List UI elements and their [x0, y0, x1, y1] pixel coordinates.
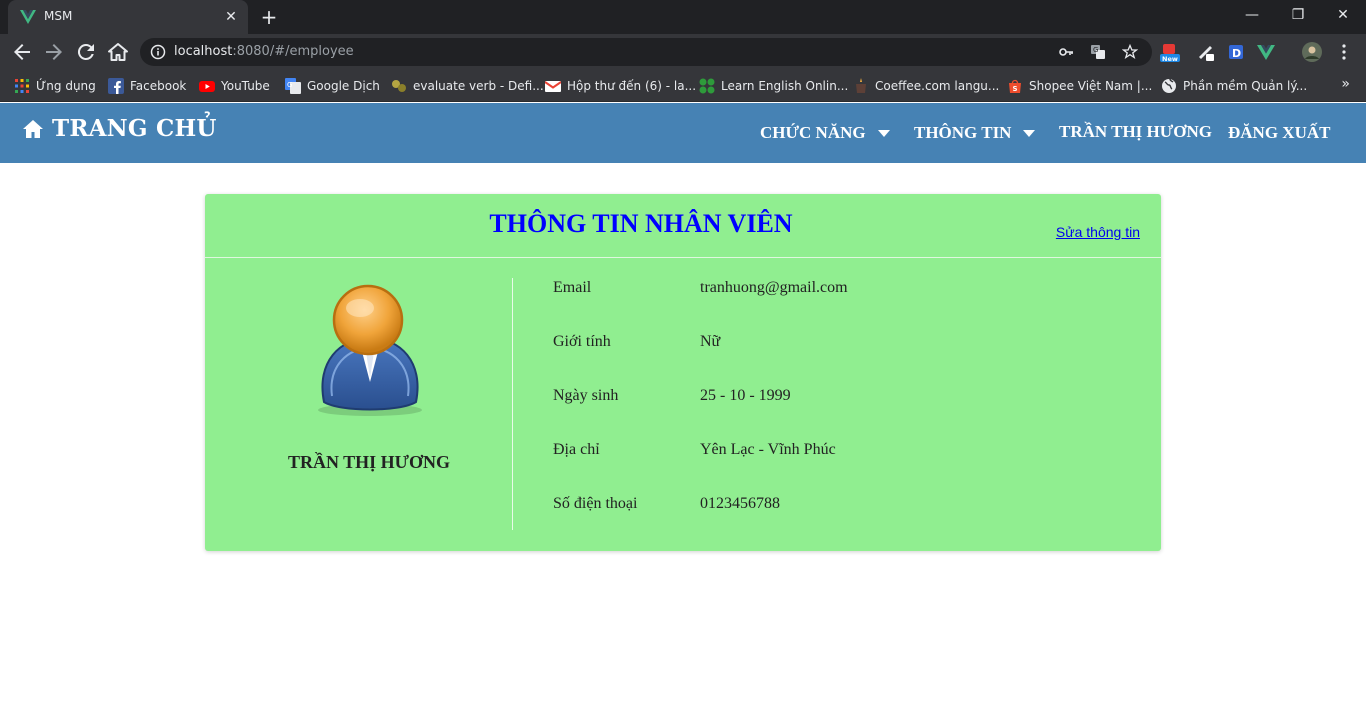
- bookmark-label: evaluate verb - Defi...: [413, 79, 544, 93]
- tab-title: MSM: [44, 9, 73, 23]
- logout-label: ĐĂNG XUẤT: [1228, 123, 1331, 142]
- bookmark-apps[interactable]: Ứng dụng: [14, 76, 96, 96]
- card-header: THÔNG TIN NHÂN VIÊN Sửa thông tin: [205, 194, 1161, 258]
- vue-logo-icon: [20, 10, 36, 24]
- menu-info-label: THÔNG TIN: [914, 123, 1012, 142]
- bookmarks-overflow-icon[interactable]: »: [1341, 76, 1350, 92]
- home-icon[interactable]: [106, 40, 130, 64]
- employee-name: TRẦN THỊ HƯƠNG: [287, 452, 451, 472]
- address-label: Địa chỉ: [553, 441, 600, 458]
- learn-english-icon: [699, 78, 715, 94]
- address-value: Yên Lạc - Vĩnh Phúc: [700, 441, 836, 458]
- chrome-menu-icon[interactable]: [1334, 42, 1354, 62]
- reload-icon[interactable]: [74, 40, 98, 64]
- app-navbar: TRANG CHỦ CHỨC NĂNG THÔNG TIN TRẦN THỊ H…: [0, 103, 1366, 163]
- menu-functions[interactable]: CHỨC NĂNG: [760, 123, 890, 143]
- phone-value: 0123456788: [700, 495, 780, 512]
- birthday-label: Ngày sinh: [553, 387, 619, 404]
- brand-label: TRANG CHỦ: [52, 115, 217, 142]
- bookmark-label: Coeffee.com langu...: [875, 79, 1000, 93]
- extension-new-icon[interactable]: New: [1160, 42, 1180, 62]
- email-label: Email: [553, 279, 592, 296]
- svg-text:G: G: [1093, 46, 1098, 54]
- phone-label: Số điện thoại: [553, 495, 638, 512]
- browser-tabstrip: MSM ✕ + — ❐ ✕: [0, 0, 1366, 34]
- browser-tab[interactable]: MSM ✕: [8, 0, 248, 34]
- email-value: tranhuong@gmail.com: [700, 279, 848, 296]
- url-path: :8080/#/employee: [232, 44, 354, 59]
- url-text[interactable]: localhost:8080/#/employee: [174, 44, 354, 59]
- browser-toolbar: localhost:8080/#/employee G New D: [0, 34, 1366, 70]
- bookmarks-bar: Ứng dụng Facebook YouTube G Google Dịch …: [0, 70, 1366, 102]
- gender-label: Giới tính: [553, 333, 611, 350]
- edit-info-link[interactable]: Sửa thông tin: [1056, 224, 1140, 240]
- home-link[interactable]: TRANG CHỦ: [22, 115, 217, 142]
- url-host: localhost: [174, 44, 233, 59]
- svg-text:D: D: [1232, 47, 1241, 60]
- address-bar[interactable]: localhost:8080/#/employee G: [140, 38, 1152, 66]
- menu-info[interactable]: THÔNG TIN: [914, 123, 1036, 143]
- extension-pen-icon[interactable]: [1196, 42, 1216, 62]
- chevron-down-icon: [877, 129, 890, 137]
- bookmark-label: Phần mềm Quản lý...: [1183, 79, 1308, 93]
- bookmark-youtube[interactable]: YouTube: [199, 76, 270, 96]
- translate-icon[interactable]: G: [1090, 44, 1106, 60]
- apps-grid-icon: [15, 79, 29, 93]
- google-translate-icon: G: [285, 78, 301, 94]
- tab-close-icon[interactable]: ✕: [222, 8, 240, 26]
- menu-functions-label: CHỨC NĂNG: [760, 123, 866, 142]
- bookmark-label: YouTube: [221, 79, 270, 93]
- bookmark-label: Facebook: [130, 79, 187, 93]
- bookmark-learn-english[interactable]: Learn English Onlin...: [699, 76, 848, 96]
- user-name-label: TRẦN THỊ HƯƠNG: [1059, 122, 1213, 141]
- bookmark-phan-mem[interactable]: Phần mềm Quản lý...: [1161, 76, 1307, 96]
- facebook-icon: [108, 78, 124, 94]
- bookmark-facebook[interactable]: Facebook: [108, 76, 186, 96]
- svg-text:S: S: [1013, 85, 1018, 93]
- minimize-button[interactable]: —: [1234, 4, 1270, 26]
- bookmark-evaluate-verb[interactable]: evaluate verb - Defi...: [391, 76, 544, 96]
- dictionary-icon: [392, 80, 406, 92]
- profile-avatar-icon[interactable]: [1302, 42, 1322, 62]
- employee-info-card: THÔNG TIN NHÂN VIÊN Sửa thông tin TRẦN T…: [205, 194, 1161, 551]
- vue-devtools-icon[interactable]: [1256, 42, 1276, 62]
- svg-text:G: G: [287, 81, 292, 89]
- home-icon: [23, 119, 43, 138]
- logout-link[interactable]: ĐĂNG XUẤT: [1228, 123, 1330, 143]
- coeffee-icon: [856, 78, 866, 93]
- gender-value: Nữ: [700, 333, 721, 350]
- key-icon[interactable]: [1058, 44, 1074, 60]
- extension-d-icon[interactable]: D: [1226, 42, 1246, 62]
- bookmark-gmail[interactable]: Hộp thư đến (6) - la...: [545, 76, 696, 96]
- globe-icon: [1162, 78, 1176, 93]
- bookmark-label: Ứng dụng: [36, 79, 96, 93]
- svg-text:New: New: [1162, 55, 1178, 62]
- shopee-icon: S: [1009, 79, 1021, 93]
- bookmark-star-icon[interactable]: [1122, 44, 1138, 60]
- restore-button[interactable]: ❐: [1280, 4, 1316, 26]
- bookmark-coeffee[interactable]: Coeffee.com langu...: [853, 76, 999, 96]
- close-window-button[interactable]: ✕: [1325, 4, 1361, 26]
- birthday-value: 25 - 10 - 1999: [700, 387, 791, 404]
- vertical-divider: [512, 278, 513, 530]
- user-avatar-icon: [318, 284, 422, 416]
- card-title: THÔNG TIN NHÂN VIÊN: [489, 209, 793, 238]
- new-tab-button[interactable]: +: [258, 6, 280, 28]
- gmail-icon: [545, 81, 561, 92]
- user-name-link[interactable]: TRẦN THỊ HƯƠNG: [1059, 122, 1212, 142]
- bookmark-label: Learn English Onlin...: [721, 79, 849, 93]
- bookmark-label: Shopee Việt Nam |...: [1029, 79, 1153, 93]
- youtube-icon: [199, 81, 215, 92]
- site-info-icon[interactable]: [150, 44, 166, 60]
- bookmark-google-translate[interactable]: G Google Dịch: [285, 76, 380, 96]
- bookmark-label: Google Dịch: [307, 79, 380, 93]
- bookmark-shopee[interactable]: S Shopee Việt Nam |...: [1007, 76, 1152, 96]
- back-icon[interactable]: [10, 40, 34, 64]
- forward-icon[interactable]: [42, 40, 66, 64]
- chevron-down-icon: [1023, 129, 1036, 137]
- bookmark-label: Hộp thư đến (6) - la...: [567, 79, 697, 93]
